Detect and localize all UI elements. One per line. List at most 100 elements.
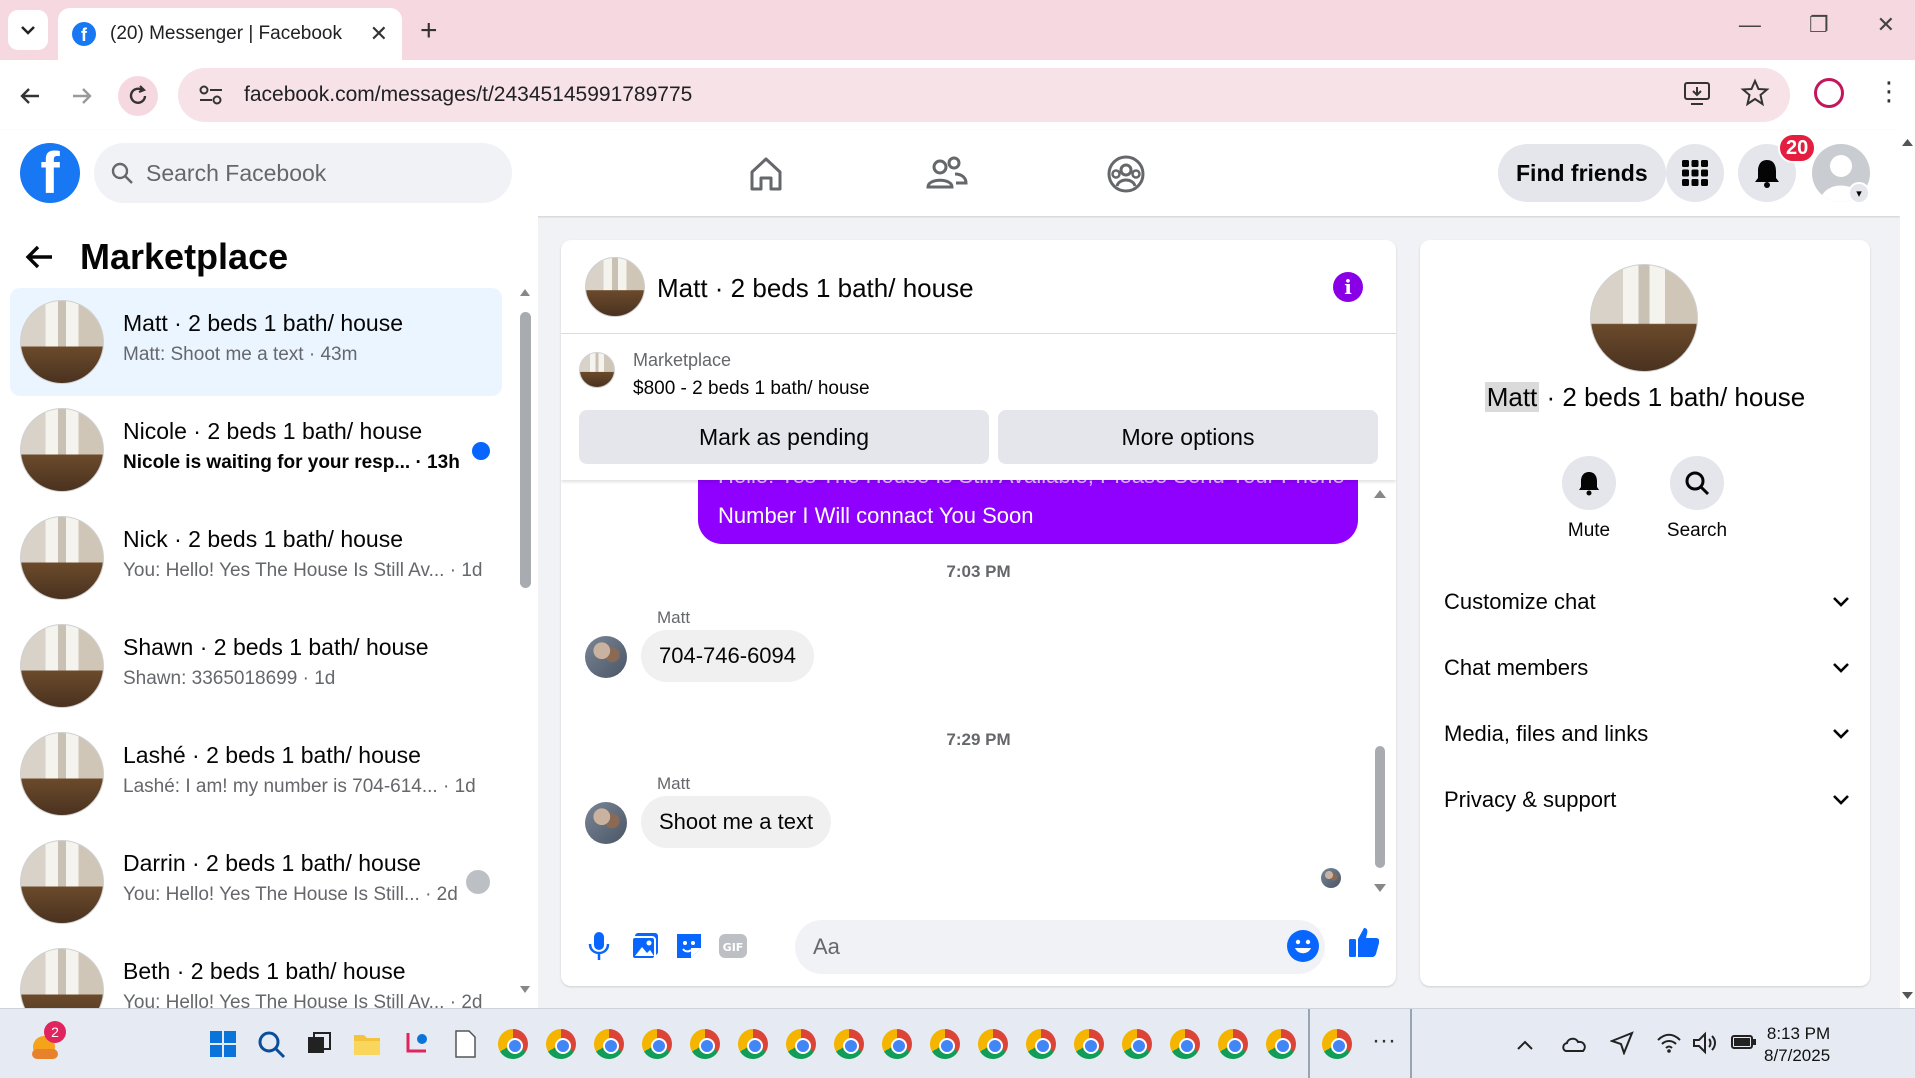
facebook-search-input[interactable]: Search Facebook: [94, 143, 512, 203]
address-bar[interactable]: facebook.com/messages/t/2434514599178977…: [178, 68, 1790, 122]
chat-title[interactable]: Matt · 2 beds 1 bath/ house: [657, 273, 974, 304]
show-hidden-icons-icon[interactable]: [1516, 1039, 1534, 1051]
reload-button[interactable]: [118, 76, 158, 116]
media-files-links-section[interactable]: Media, files and links: [1444, 714, 1850, 754]
outgoing-message[interactable]: Hello! Yes The House Is Still Available,…: [698, 480, 1358, 544]
facebook-logo-icon[interactable]: f: [20, 143, 80, 203]
conversation-item[interactable]: Nick · 2 beds 1 bath/ house You: Hello! …: [10, 504, 502, 612]
search-circle[interactable]: [1670, 456, 1724, 510]
more-apps-icon[interactable]: ···: [1372, 1027, 1396, 1055]
system-clock[interactable]: 8:13 PM 8/7/2025: [1764, 1023, 1830, 1067]
mark-as-pending-button[interactable]: Mark as pending: [579, 410, 989, 464]
chrome-window-button[interactable]: [1074, 1029, 1104, 1059]
message-timestamp: 7:03 PM: [946, 562, 1011, 581]
chrome-window-button[interactable]: [642, 1029, 672, 1059]
chrome-window-button[interactable]: [882, 1029, 912, 1059]
snipping-tool-button[interactable]: [402, 1029, 432, 1059]
profile-avatar[interactable]: [1590, 264, 1698, 372]
back-arrow-icon[interactable]: [24, 244, 54, 270]
chrome-window-button[interactable]: [1266, 1029, 1296, 1059]
chrome-window-button[interactable]: [498, 1029, 528, 1059]
volume-icon[interactable]: [1692, 1031, 1718, 1055]
chrome-window-button[interactable]: [978, 1029, 1008, 1059]
chrome-window-button[interactable]: [738, 1029, 768, 1059]
page-scrollbar[interactable]: [1900, 130, 1915, 1008]
forward-button[interactable]: [62, 76, 102, 116]
onedrive-cloud-icon[interactable]: [1560, 1033, 1588, 1053]
chrome-window-button[interactable]: [1122, 1029, 1152, 1059]
tab-search-button[interactable]: [8, 10, 48, 50]
home-icon[interactable]: [742, 150, 790, 198]
voice-clip-button[interactable]: [583, 930, 615, 962]
listing-title[interactable]: $800 - 2 beds 1 bath/ house: [633, 378, 870, 400]
find-friends-button[interactable]: Find friends: [1498, 144, 1666, 202]
info-icon[interactable]: i: [1333, 272, 1363, 302]
section-label: Media, files and links: [1444, 721, 1649, 746]
customize-chat-section[interactable]: Customize chat: [1444, 582, 1850, 622]
chrome-window-button[interactable]: [690, 1029, 720, 1059]
section-label: Chat members: [1444, 655, 1589, 680]
site-settings-icon[interactable]: [198, 84, 224, 106]
mute-button[interactable]: Mute: [1539, 456, 1639, 542]
friends-icon[interactable]: [922, 150, 970, 198]
message-input[interactable]: Aa: [795, 920, 1325, 974]
file-explorer-button[interactable]: [352, 1029, 382, 1059]
emoji-icon[interactable]: [1287, 930, 1319, 962]
restore-icon[interactable]: ❐: [1809, 12, 1829, 38]
thread-scrollbar-thumb[interactable]: [1375, 746, 1385, 868]
attach-photo-button[interactable]: [629, 930, 661, 962]
groups-icon[interactable]: [1102, 150, 1150, 198]
taskbar-search-button[interactable]: [256, 1029, 286, 1059]
mute-circle[interactable]: [1562, 456, 1616, 510]
wifi-icon[interactable]: [1656, 1033, 1682, 1053]
battery-icon[interactable]: [1730, 1033, 1758, 1051]
chrome-window-button[interactable]: [1170, 1029, 1200, 1059]
start-button[interactable]: [208, 1029, 238, 1059]
chrome-window-button[interactable]: [546, 1029, 576, 1059]
browser-menu-icon[interactable]: ⋮: [1876, 76, 1902, 107]
seen-receipt-avatar: [1321, 868, 1341, 888]
back-button[interactable]: [10, 76, 50, 116]
more-options-button[interactable]: More options: [998, 410, 1378, 464]
close-tab-icon[interactable]: ✕: [370, 21, 388, 47]
browser-tab-messenger[interactable]: f (20) Messenger | Facebook ✕: [58, 8, 402, 60]
like-button[interactable]: [1347, 926, 1379, 958]
chrome-window-button[interactable]: [1218, 1029, 1248, 1059]
conversation-item[interactable]: Lashé · 2 beds 1 bath/ house Lashé: I am…: [10, 720, 502, 828]
conversation-item[interactable]: Matt · 2 beds 1 bath/ house Matt: Shoot …: [10, 288, 502, 396]
listing-avatar: [20, 948, 104, 1008]
sender-avatar[interactable]: [585, 636, 627, 678]
chat-members-section[interactable]: Chat members: [1444, 648, 1850, 688]
sticker-button[interactable]: [673, 930, 705, 962]
chrome-window-button[interactable]: [786, 1029, 816, 1059]
chrome-window-button[interactable]: [594, 1029, 624, 1059]
task-view-button[interactable]: [304, 1029, 334, 1059]
listing-thumbnail[interactable]: [579, 352, 615, 388]
sender-avatar[interactable]: [585, 802, 627, 844]
incoming-message[interactable]: Shoot me a text: [641, 796, 832, 848]
location-arrow-icon[interactable]: [1610, 1031, 1634, 1055]
chrome-window-button[interactable]: [1026, 1029, 1056, 1059]
conversation-item[interactable]: Shawn · 2 beds 1 bath/ house Shawn: 3365…: [10, 612, 502, 720]
conversation-item[interactable]: Beth · 2 beds 1 bath/ house You: Hello! …: [10, 936, 502, 1008]
list-scrollbar-thumb[interactable]: [520, 312, 531, 588]
conversation-item[interactable]: Darrin · 2 beds 1 bath/ house You: Hello…: [10, 828, 502, 936]
privacy-support-section[interactable]: Privacy & support: [1444, 780, 1850, 820]
chat-avatar[interactable]: [585, 257, 645, 317]
incoming-message[interactable]: 704-746-6094: [641, 630, 815, 682]
notepad-button[interactable]: [450, 1029, 480, 1059]
chrome-window-button[interactable]: [834, 1029, 864, 1059]
minimize-icon[interactable]: —: [1739, 12, 1761, 38]
menu-button[interactable]: [1666, 144, 1724, 202]
browser-profile-icon[interactable]: [1814, 78, 1844, 108]
chrome-window-button[interactable]: [930, 1029, 960, 1059]
chrome-active-window-button[interactable]: [1322, 1029, 1352, 1059]
bookmark-star-icon[interactable]: [1740, 78, 1770, 108]
new-tab-button[interactable]: +: [420, 14, 438, 48]
conversation-item[interactable]: Nicole · 2 beds 1 bath/ house Nicole is …: [10, 396, 502, 504]
window-close-icon[interactable]: ✕: [1877, 12, 1895, 38]
gif-button[interactable]: GIF: [717, 930, 749, 962]
install-app-icon[interactable]: [1682, 78, 1712, 108]
account-caret-icon[interactable]: ▾: [1848, 182, 1870, 204]
search-in-conversation-button[interactable]: Search: [1647, 456, 1747, 542]
